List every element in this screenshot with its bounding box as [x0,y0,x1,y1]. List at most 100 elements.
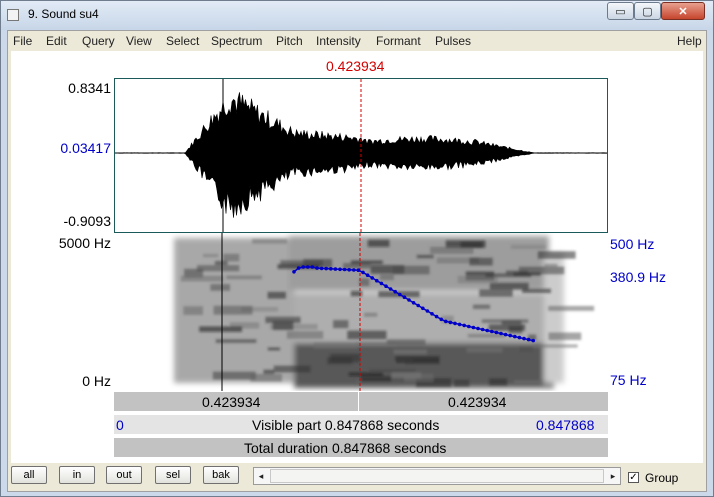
spectrogram-plot [174,233,595,391]
total-duration-row[interactable]: Total duration 0.847868 seconds [114,437,608,457]
scroll-thumb[interactable] [270,469,604,483]
pitch-point [315,266,319,270]
visible-part-label: Visible part 0.847868 seconds [252,417,440,433]
window-title: 9. Sound su4 [28,7,99,21]
pitch-point [467,324,471,329]
app-icon [7,9,19,21]
menu-pitch[interactable]: Pitch [276,34,303,48]
praat-sound-window: 9. Sound su4 ▭ ▢ ✕ File Edit Query View … [0,0,714,497]
menu-help[interactable]: Help [677,34,702,48]
menu-formant[interactable]: Formant [376,34,421,48]
visible-start-time: 0 [116,417,124,433]
pitch-point [361,270,365,275]
waveform-panel[interactable] [114,78,608,233]
pitch-point [388,287,393,291]
pitch-point [434,314,439,319]
pitch-point [402,295,407,299]
waveform-plot [114,79,608,232]
pitch-point [411,301,416,305]
time-scrollbar[interactable]: ◂ ▸ [253,467,621,485]
pitch-point [462,323,467,328]
pitch-point [356,268,361,272]
menu-edit[interactable]: Edit [46,34,67,48]
waveform-min-label: -0.9093 [63,213,111,229]
pitch-top-label: 500 Hz [610,236,655,252]
pitch-point [370,276,375,280]
pitch-point [526,337,531,342]
pitch-point [329,267,333,271]
pitch-point [347,268,351,272]
spectrogram-panel[interactable] [114,233,608,391]
visible-end-time: 0.847868 [536,417,595,433]
group-label: Group [645,471,679,485]
menu-view[interactable]: View [126,34,152,48]
pitch-point [430,312,434,316]
pitch-point [384,284,388,288]
pitch-bottom-label: 75 Hz [610,372,647,388]
pitch-point [333,267,338,271]
waveform-mid-label: 0.03417 [60,140,111,156]
pitch-point [457,322,462,327]
pitch-point [310,265,315,269]
pitch-point [499,331,503,336]
pitch-point [444,319,448,324]
pitch-point [421,306,425,311]
total-duration-label: Total duration 0.847868 seconds [244,440,447,456]
bottom-toolbar: all in out sel bak ◂ ▸ ✓ Group [8,463,706,491]
pitch-point [453,321,457,326]
visible-part-row[interactable]: 0 Visible part 0.847868 seconds 0.847868 [114,414,608,434]
pitch-point [306,265,310,269]
pitch-point [319,266,324,271]
group-checkbox[interactable]: ✓ [628,472,639,483]
menu-spectrum[interactable]: Spectrum [211,34,262,48]
selection-row[interactable]: 0.423934 0.423934 [114,391,608,411]
pitch-point [292,270,296,274]
pitch-point [342,267,347,272]
cursor-time-label: 0.423934 [326,58,385,74]
pitch-point [485,328,490,333]
pitch-point [425,309,430,313]
minimize-button[interactable]: ▭ [607,2,634,20]
pitch-point [407,298,411,302]
waveform-max-label: 0.8341 [68,80,111,96]
pitch-point [508,333,512,338]
pitch-point [503,332,508,337]
menu-select[interactable]: Select [166,34,199,48]
pitch-point [393,289,398,294]
pitch-point [379,281,384,286]
pitch-point [494,330,499,335]
pitch-point [352,268,356,272]
editor-client-area: File Edit Query View Select Spectrum Pit… [7,30,707,492]
spectrogram-top-label: 5000 Hz [58,235,111,251]
menu-pulses[interactable]: Pulses [435,34,471,48]
menu-file[interactable]: File [13,34,32,48]
maximize-button[interactable]: ▢ [634,2,661,20]
pitch-point [448,320,453,325]
title-bar: 9. Sound su4 ▭ ▢ ✕ [1,1,713,30]
zoom-out-button[interactable]: out [106,466,142,484]
zoom-all-button[interactable]: all [11,466,47,484]
pitch-point [338,267,342,272]
menu-query[interactable]: Query [82,34,115,48]
pitch-cursor-label: 380.9 Hz [610,269,667,285]
scroll-right-icon[interactable]: ▸ [606,468,620,484]
zoom-in-button[interactable]: in [59,466,95,484]
pitch-point [513,334,517,339]
pitch-point [324,266,328,271]
menu-intensity[interactable]: Intensity [316,34,361,48]
pitch-point [398,292,402,297]
zoom-sel-button[interactable]: sel [155,466,191,484]
zoom-back-button[interactable]: bak [203,466,239,484]
selection-right-time: 0.423934 [448,394,507,410]
pitch-point [296,266,301,270]
pitch-point [490,329,494,334]
pitch-point [375,278,379,283]
close-button[interactable]: ✕ [661,2,705,20]
selection-left-time: 0.423934 [202,394,261,410]
pitch-point [301,265,305,269]
scroll-left-icon[interactable]: ◂ [254,468,268,484]
menu-bar: File Edit Query View Select Spectrum Pit… [8,31,706,51]
pitch-point [476,326,480,331]
pitch-point [531,338,535,343]
sound-editor-canvas[interactable]: 0.423934 0.8341 0.03417 -0.9093 5000 Hz … [11,51,703,463]
